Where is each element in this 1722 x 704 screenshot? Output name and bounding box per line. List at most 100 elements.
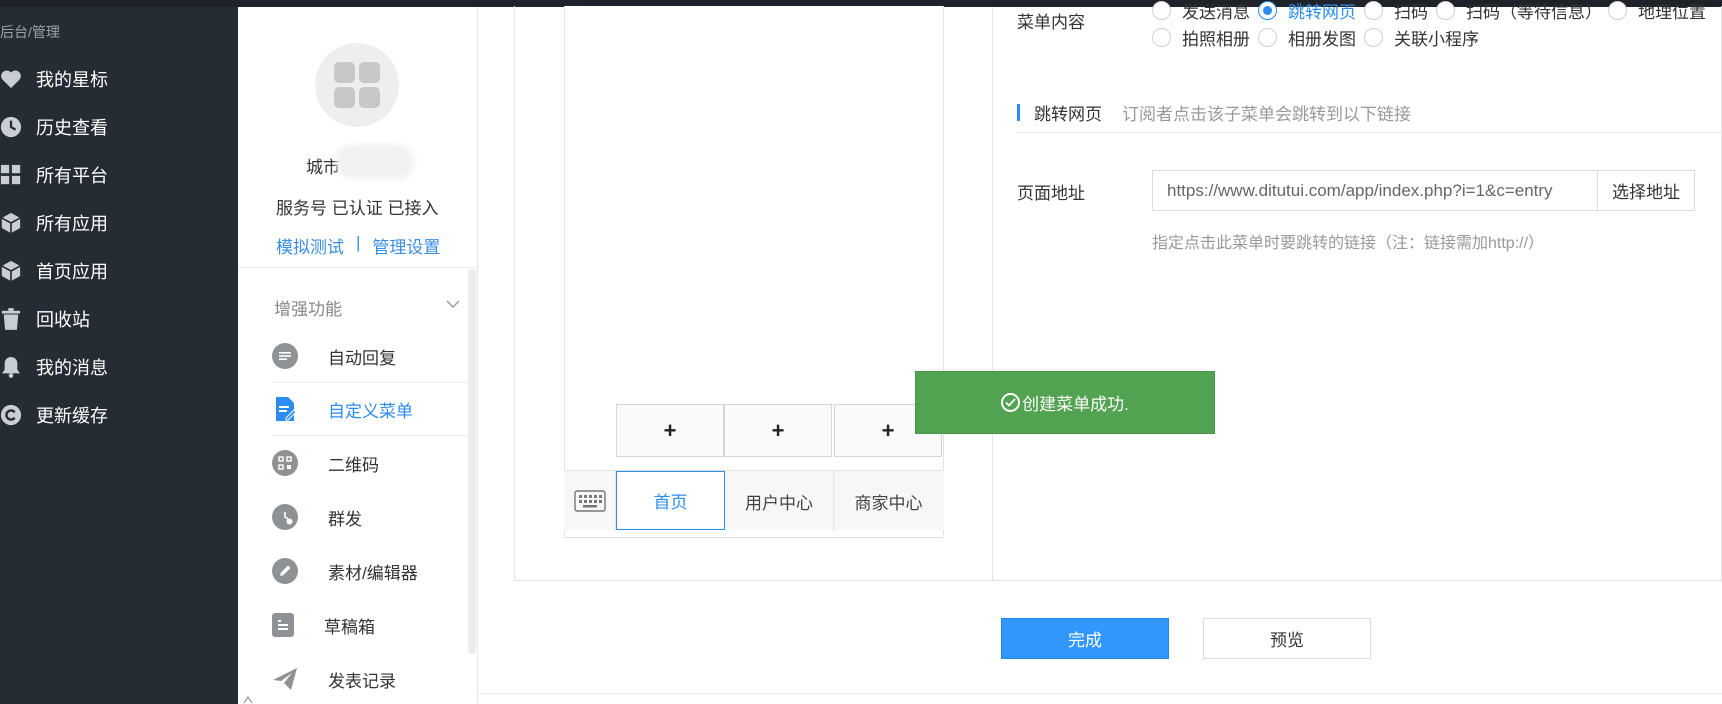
feature-item-label: 草稿箱 [324,617,375,637]
menu-tab-home[interactable]: 首页 [616,471,725,530]
url-input[interactable] [1152,170,1597,211]
heart-icon [0,68,22,90]
main-content: + + + 首页 用户中心 商家中心 创建菜单成功. 菜单内容 发送消息 跳转网… [478,1,1722,704]
feature-item-auto-reply[interactable]: 自动回复 [272,330,472,382]
radio-label: 相册发图 [1288,30,1356,49]
phone-menu-bar: 首页 用户中心 商家中心 [564,470,944,531]
sidebar-item-label: 历史查看 [36,118,108,138]
radio-jump-webpage[interactable]: 跳转网页 [1258,0,1356,23]
preview-button[interactable]: 预览 [1203,618,1371,659]
feature-item-broadcast[interactable]: 群发 [272,491,472,543]
footer-divider [478,693,1722,694]
panel-divider [238,267,478,268]
config-divider [992,7,993,581]
section-description: 订阅者点击该子菜单会跳转到以下链接 [1122,104,1411,124]
clock-icon [0,116,22,138]
feature-item-label: 素材/编辑器 [328,563,418,583]
radio-circle [1608,1,1627,20]
radio-circle [1258,28,1277,47]
sidebar-item-starred[interactable]: 我的星标 [0,64,238,94]
clock-broadcast-icon [272,504,298,530]
feature-item-label: 自定义菜单 [328,401,413,421]
sidebar-item-all-apps[interactable]: 所有应用 [0,208,238,238]
account-status: 服务号 已认证 已接入 [276,199,439,218]
radio-circle [1364,28,1383,47]
radio-label: 扫码 [1394,3,1428,22]
refresh-icon [0,404,22,426]
radio-label: 关联小程序 [1394,30,1479,49]
sidebar-item-label: 更新缓存 [36,406,108,426]
qrcode-icon [272,450,298,476]
toast-message: 创建菜单成功. [1022,395,1129,414]
radio-scan[interactable]: 扫码 [1364,0,1428,23]
menu-content-label: 菜单内容 [1017,13,1085,32]
feature-item-custom-menu[interactable]: 自定义菜单 [272,383,472,435]
collapse-arrow-icon[interactable] [238,692,258,704]
sidebar-item-home-apps[interactable]: 首页应用 [0,256,238,286]
grid-icon [0,164,22,186]
section-accent-bar [1017,103,1020,121]
send-icon [272,666,298,692]
radio-label: 拍照相册 [1182,30,1250,49]
section-divider [1017,132,1722,133]
feature-item-label: 二维码 [328,455,379,475]
features-section-title: 增强功能 [274,300,342,319]
avatar-tile [359,62,380,83]
sidebar-item-label: 首页应用 [36,262,108,282]
avatar-tile [359,87,380,108]
keyboard-icon[interactable] [564,471,616,531]
radio-label: 地理位置 [1638,3,1706,22]
radio-circle [1258,1,1277,20]
link-separator: | [356,233,361,252]
trash-icon [0,308,22,330]
sidebar-item-messages[interactable]: 我的消息 [0,352,238,382]
simulate-test-link[interactable]: 模拟测试 [276,233,344,258]
radio-circle [1436,1,1455,20]
radio-send-message[interactable]: 发送消息 [1152,0,1250,23]
main-sidebar: 后台/管理 我的星标 历史查看 所有平台 所有应用 首页应用 回收站 我的消息 … [0,7,238,704]
radio-label: 跳转网页 [1288,3,1356,22]
sidebar-item-recycle[interactable]: 回收站 [0,304,238,334]
chevron-down-icon[interactable] [446,297,460,311]
sidebar-item-platforms[interactable]: 所有平台 [0,160,238,190]
url-hint: 指定点击此菜单时要跳转的链接（注：链接需加http://） [1152,235,1545,252]
account-links: 模拟测试 | 管理设置 [276,233,440,258]
feature-item-label: 自动回复 [328,348,396,368]
radio-location[interactable]: 地理位置 [1608,0,1706,23]
manage-settings-link[interactable]: 管理设置 [372,233,440,258]
done-button[interactable]: 完成 [1001,618,1169,659]
account-name-mask [336,145,414,179]
row-divider [272,435,468,436]
account-name: 城市 [306,158,340,177]
feature-item-publish-records[interactable]: 发表记录 [272,653,472,704]
sidebar-item-update-cache[interactable]: 更新缓存 [0,400,238,430]
feature-item-label: 群发 [328,509,362,529]
menu-tab-merchant-center[interactable]: 商家中心 [834,471,943,531]
radio-album-send[interactable]: 相册发图 [1258,25,1356,50]
section-header: 跳转网页 订阅者点击该子菜单会跳转到以下链接 [1017,97,1411,127]
check-circle-icon [1001,393,1021,412]
feature-item-qrcode[interactable]: 二维码 [272,437,472,489]
sidebar-item-label: 回收站 [36,310,90,330]
sidebar-item-label: 我的消息 [36,358,108,378]
menu-tab-user-center[interactable]: 用户中心 [725,471,834,531]
sidebar-item-label: 我的星标 [36,70,108,90]
breadcrumb: 后台/管理 [0,24,60,40]
add-submenu-button-1[interactable]: + [616,404,724,457]
radio-label: 扫码（等待信息） [1466,3,1602,22]
radio-mini-program[interactable]: 关联小程序 [1364,25,1479,50]
feature-item-material-editor[interactable]: 素材/编辑器 [272,545,472,597]
add-submenu-button-2[interactable]: + [724,404,832,457]
radio-photo-album[interactable]: 拍照相册 [1152,25,1250,50]
cube-icon [0,260,22,282]
select-url-button[interactable]: 选择地址 [1597,170,1695,211]
radio-scan-wait[interactable]: 扫码（等待信息） [1436,0,1602,23]
feature-item-drafts[interactable]: 草稿箱 [272,599,472,651]
cube-icon [0,212,22,234]
url-label: 页面地址 [1017,184,1085,203]
chat-icon [272,343,298,369]
success-toast: 创建菜单成功. [915,371,1215,434]
sidebar-item-history[interactable]: 历史查看 [0,112,238,142]
radio-label: 发送消息 [1182,3,1250,22]
sidebar-item-label: 所有平台 [36,166,108,186]
